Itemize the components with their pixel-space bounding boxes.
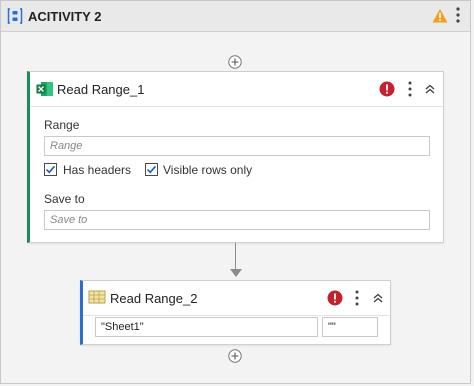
read-range-2-card[interactable]: Read Range_2 "Sheet1" "" — [80, 280, 391, 345]
range-label: Range — [44, 118, 80, 132]
checkmark-icon — [146, 165, 157, 174]
flow-arrowhead — [230, 269, 242, 277]
visible-rows-only-label: Visible rows only — [163, 163, 253, 177]
warning-icon[interactable] — [432, 8, 448, 24]
add-activity-icon — [228, 349, 242, 363]
save-to-input[interactable]: Save to — [44, 210, 430, 230]
has-headers-checkbox[interactable] — [44, 163, 57, 176]
collapse-icon[interactable] — [372, 292, 384, 304]
flow-connector — [235, 243, 236, 271]
read-range-1-header[interactable]: Read Range_1 — [30, 72, 443, 107]
read-range-2-title: Read Range_2 — [110, 291, 198, 306]
excel-icon — [36, 82, 53, 96]
add-activity-button[interactable] — [228, 349, 242, 363]
sequence-header[interactable]: ACITIVITY 2 — [1, 1, 470, 32]
add-activity-button[interactable] — [228, 55, 242, 69]
error-icon[interactable] — [327, 290, 343, 306]
range-input[interactable]: Range — [44, 136, 430, 156]
sequence-container: ACITIVITY 2 Read Range_1 Range Range Has… — [0, 0, 471, 384]
sequence-icon — [7, 8, 23, 24]
collapse-icon[interactable] — [424, 83, 436, 95]
sequence-title: ACITIVITY 2 — [28, 9, 102, 24]
error-icon[interactable] — [379, 81, 395, 97]
workbook-icon — [88, 290, 106, 304]
save-to-label: Save to — [44, 192, 85, 206]
read-range-1-card[interactable]: Read Range_1 Range Range Has headers Vis… — [27, 71, 444, 243]
visible-rows-only-checkbox[interactable] — [145, 163, 158, 176]
sheet-name-input[interactable]: "Sheet1" — [95, 317, 318, 337]
add-activity-icon — [228, 55, 242, 69]
read-range-1-title: Read Range_1 — [57, 82, 145, 97]
has-headers-label: Has headers — [63, 163, 132, 177]
more-options-icon[interactable] — [453, 5, 463, 25]
checkmark-icon — [45, 165, 56, 174]
read-range-2-header[interactable]: Read Range_2 — [83, 281, 390, 316]
range-input[interactable]: "" — [322, 317, 378, 337]
more-options-icon[interactable] — [407, 80, 413, 98]
more-options-icon[interactable] — [354, 289, 360, 307]
